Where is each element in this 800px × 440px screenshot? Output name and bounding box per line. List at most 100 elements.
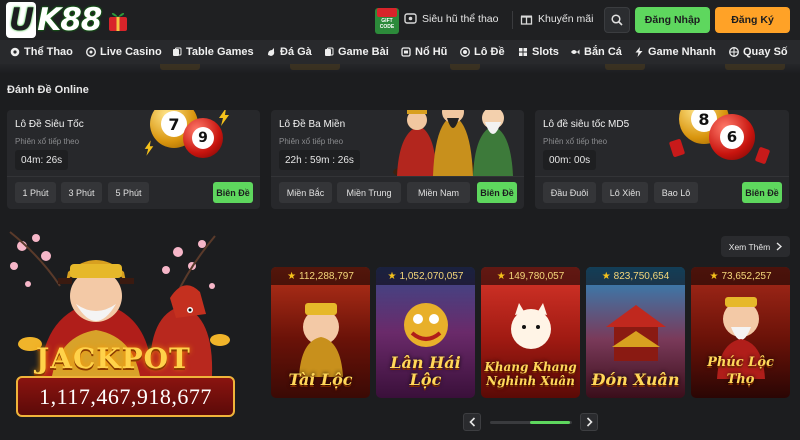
header: U K88 GIFT CODE Siêu hũ thể thao Khuyến m… [0, 0, 800, 40]
wheel-icon [729, 47, 739, 57]
jackpot-amount: 1,117,467,918,677 [16, 376, 235, 417]
nav-item-da-ga[interactable]: Đá Gà [266, 40, 312, 64]
nav-item-no-hu[interactable]: Nổ Hũ [401, 40, 447, 64]
card-subtitle: Phiên xổ tiếp theo [15, 137, 80, 146]
bien-de-button[interactable]: Biên Đề [477, 182, 517, 203]
cards-icon [172, 47, 182, 57]
lottery-card-md5[interactable]: Lô đề siêu tốc MD5 Phiên xổ tiếp theo 00… [535, 110, 789, 209]
lottery-icon [460, 47, 470, 57]
card-subtitle: Phiên xổ tiếp theo [279, 137, 344, 146]
super-jackpot-sports-link[interactable]: Siêu hũ thể thao [404, 12, 498, 25]
carousel-prev-button[interactable] [463, 413, 481, 431]
nav-item-ban-ca[interactable]: Bắn Cá [570, 40, 622, 64]
cards-icon [324, 47, 334, 57]
bolt-icon [634, 47, 644, 57]
promotions-label: Khuyến mãi [538, 12, 594, 25]
search-button[interactable] [604, 7, 630, 33]
lightning-icon [219, 110, 229, 126]
partner-logo-sliver [160, 64, 200, 70]
login-button[interactable]: Đăng Nhập [635, 7, 710, 33]
bien-de-button[interactable]: Biên Đề [742, 182, 782, 203]
gift-code-button[interactable]: GIFT CODE [375, 8, 399, 34]
partner-logo-sliver [290, 64, 340, 70]
promotions-link[interactable]: Khuyến mãi [520, 12, 593, 25]
option-mien-bac[interactable]: Miền Bắc [279, 182, 332, 203]
nav-label: Thể Thao [24, 46, 73, 58]
see-more-label: Xem Thêm [728, 241, 771, 252]
nav-item-table-games[interactable]: Table Games [172, 40, 254, 64]
game-jackpot-value: 823,750,654 [613, 270, 670, 282]
red-envelope-icon [668, 138, 686, 158]
uk88-logo[interactable]: U K88 [6, 2, 127, 38]
game-title: Lân Hái Lộc [390, 353, 461, 389]
see-more-button[interactable]: Xem Thêm [721, 236, 790, 257]
option-mien-trung[interactable]: Miền Trung [337, 182, 401, 203]
option-5-phut[interactable]: 5 Phút [108, 182, 149, 203]
card-title: Lô Đề Siêu Tốc [15, 119, 84, 130]
game-jackpot-counter: ★ 823,750,654 [586, 267, 685, 285]
carousel-next-button[interactable] [580, 413, 598, 431]
countdown-timer: 00m: 00s [543, 150, 597, 170]
nav-item-the-thao[interactable]: Thể Thao [10, 40, 73, 64]
nav-item-slots[interactable]: Slots [518, 40, 559, 64]
game-jackpot-counter: ★ 149,780,057 [481, 267, 580, 285]
game-jackpot-value: 1,052,070,057 [399, 270, 464, 282]
slots-icon [518, 47, 528, 57]
countdown-timer: 22h : 59m : 26s [279, 150, 360, 170]
game-card-lan-hai-loc[interactable]: ★ 1,052,070,057 Lân Hái Lộc [376, 267, 475, 398]
page: U K88 GIFT CODE Siêu hũ thể thao Khuyến m… [0, 0, 800, 440]
option-bao-lo[interactable]: Bao Lô [654, 182, 698, 203]
countdown-timer: 04m: 26s [15, 150, 69, 170]
option-3-phut[interactable]: 3 Phút [61, 182, 102, 203]
christmas-gift-icon [109, 12, 127, 31]
bien-de-button[interactable]: Biên Đề [213, 182, 253, 203]
nav-item-game-bai[interactable]: Game Bài [324, 40, 389, 64]
lottery-section-title: Đánh Đề Online [7, 84, 89, 96]
nav-item-quay-so[interactable]: Quay Số [729, 40, 788, 64]
gift-ribbon-icon [377, 8, 397, 17]
fish-icon [570, 47, 580, 57]
coin-icon: ★ [709, 270, 719, 282]
partner-logo-sliver [605, 64, 645, 70]
game-jackpot-counter: ★ 112,288,797 [271, 267, 370, 285]
nav-item-lo-de[interactable]: Lô Đề [460, 40, 505, 64]
game-card-phuc-loc-tho[interactable]: ★ 73,652,257 Phúc Lộc Thọ [691, 267, 790, 398]
option-mien-nam[interactable]: Miền Nam [407, 182, 470, 203]
card-title: Lô Đề Ba Miền [279, 119, 346, 130]
red-envelope-icon [754, 146, 771, 165]
nav-label: Live Casino [100, 46, 162, 58]
lottery-card-ba-mien[interactable]: Lô Đề Ba Miền Phiên xổ tiếp theo 22h : 5… [271, 110, 524, 209]
game-title: Phúc Lộc Thọ [707, 355, 774, 387]
chevron-right-icon [776, 242, 783, 251]
game-jackpot-value: 112,288,797 [299, 270, 354, 282]
register-button[interactable]: Đăng Ký [715, 7, 790, 33]
option-lo-xien[interactable]: Lô Xiên [602, 182, 648, 203]
nav-label: Table Games [186, 46, 254, 58]
casino-chip-icon [86, 47, 96, 57]
nav-item-game-nhanh[interactable]: Game Nhanh [634, 40, 716, 64]
game-jackpot-value: 73,652,257 [721, 270, 772, 282]
lottery-card-sieu-toc[interactable]: Lô Đề Siêu Tốc Phiên xổ tiếp theo 04m: 2… [7, 110, 260, 209]
game-card-tai-loc[interactable]: ★ 112,288,797 Tài Lộc [271, 267, 370, 398]
nav-shadow [0, 64, 800, 74]
header-divider [512, 11, 513, 29]
chevron-right-icon [586, 417, 593, 427]
nav-label: Game Nhanh [648, 46, 716, 58]
option-1-phut[interactable]: 1 Phút [15, 182, 56, 203]
jackpot-heading: JACKPOT [36, 342, 191, 375]
chevron-left-icon [468, 417, 475, 427]
game-jackpot-value: 149,780,057 [508, 270, 565, 282]
logo-letter: U [6, 2, 37, 38]
card-title: Lô đề siêu tốc MD5 [543, 119, 630, 130]
game-card-khang-khang[interactable]: ★ 149,780,057 Khang Khang Nghinh Xuân [481, 267, 580, 398]
partner-logo-sliver [450, 64, 480, 70]
coin-icon: ★ [496, 270, 506, 282]
option-dau-duoi[interactable]: Đầu Đuôi [543, 182, 596, 203]
gift-icon [520, 12, 533, 25]
game-card-don-xuan[interactable]: ★ 823,750,654 Đón Xuân [586, 267, 685, 398]
partner-logo-sliver [725, 64, 785, 70]
game-jackpot-counter: ★ 1,052,070,057 [376, 267, 475, 285]
search-icon [611, 14, 623, 26]
nav-item-live-casino[interactable]: Live Casino [86, 40, 162, 64]
coin-icon: ★ [387, 270, 397, 282]
